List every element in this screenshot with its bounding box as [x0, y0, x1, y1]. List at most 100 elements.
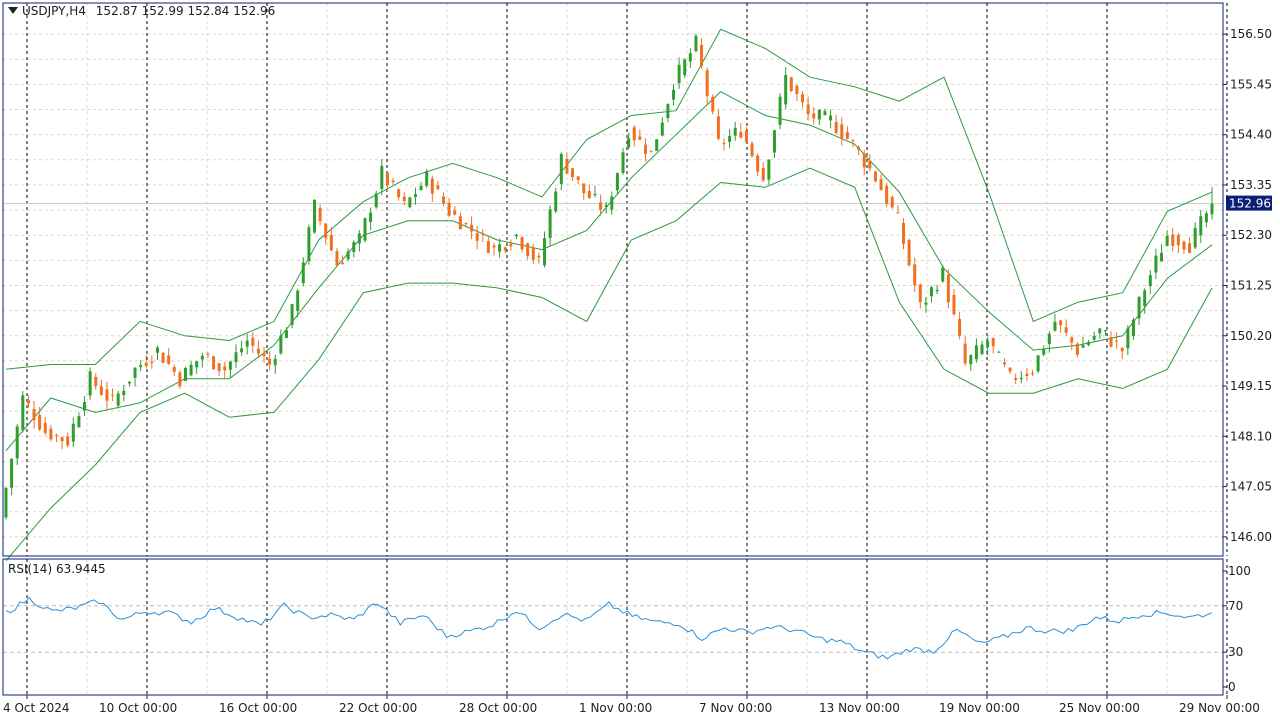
candle-body: [212, 356, 216, 370]
candle-body: [537, 255, 541, 258]
candle-body: [498, 244, 502, 252]
candle-body: [189, 364, 193, 376]
time-tick-label: 16 Oct 00:00: [219, 701, 297, 715]
candle-body: [1019, 377, 1023, 380]
candle-body: [851, 140, 855, 142]
candle-body: [397, 189, 401, 198]
candle-body: [1014, 378, 1018, 380]
candle-body: [1031, 373, 1035, 375]
candle-body: [357, 233, 361, 244]
price-tick-label: 152.30: [1230, 228, 1272, 242]
candle-body: [655, 139, 659, 151]
candle-body: [997, 351, 1001, 353]
candle-body: [610, 196, 614, 210]
time-tick-label: 29 Nov 00:00: [1179, 701, 1260, 715]
price-tick-label: 155.45: [1230, 77, 1272, 91]
candle-body: [677, 64, 681, 84]
candle-body: [21, 395, 25, 431]
candle-body: [329, 234, 333, 251]
candle-body: [223, 366, 227, 371]
candle-body: [784, 74, 788, 105]
candle-body: [806, 104, 810, 115]
candle-body: [105, 389, 109, 401]
chevron-down-icon[interactable]: [8, 7, 18, 14]
candle-body: [722, 143, 726, 145]
candle-body: [352, 242, 356, 253]
candle-body: [77, 416, 81, 428]
candle-body: [374, 193, 378, 208]
candle-body: [963, 343, 967, 364]
price-tick-label: 150.20: [1230, 329, 1272, 343]
candle-body: [301, 262, 305, 284]
candle-body: [946, 274, 950, 303]
candle-body: [974, 345, 978, 360]
time-tick-label: 28 Oct 00:00: [459, 701, 537, 715]
candle-body: [683, 59, 687, 76]
candle-body: [94, 376, 98, 386]
symbol-label: USDJPY,H4: [22, 4, 86, 18]
candle-body: [60, 437, 64, 442]
candle-body: [1165, 235, 1169, 246]
candle-body: [873, 171, 877, 182]
candle-body: [829, 115, 833, 121]
candle-body: [1025, 373, 1029, 377]
candle-body: [481, 233, 485, 235]
rsi-tick-label: 70: [1228, 599, 1243, 613]
candle-body: [548, 209, 552, 238]
candle-body: [279, 335, 283, 354]
low-value: 152.84: [187, 4, 230, 18]
candle-body: [1070, 337, 1074, 343]
candle-body: [183, 367, 187, 381]
candle-body: [767, 159, 771, 180]
candle-body: [700, 44, 704, 66]
candle-body: [542, 238, 546, 266]
candle-body: [571, 168, 575, 178]
candle-body: [32, 408, 36, 421]
rsi-line: [5, 596, 1213, 660]
candle-body: [307, 227, 311, 261]
candle-body: [1210, 203, 1214, 215]
candle-body: [913, 264, 917, 286]
rsi-value: 63.9445: [55, 562, 106, 576]
candle-body: [1115, 340, 1119, 342]
candle-body: [313, 199, 317, 233]
candle-body: [599, 202, 603, 210]
candle-body: [206, 354, 210, 356]
candle-body: [127, 381, 131, 384]
candle-body: [133, 367, 137, 378]
candle-body: [408, 197, 412, 208]
candle-body: [638, 136, 642, 140]
candle-body: [363, 218, 367, 241]
candle-body: [144, 362, 148, 366]
candle-body: [486, 241, 490, 253]
candle-body: [694, 35, 698, 52]
price-tick-label: 149.15: [1230, 379, 1272, 393]
candle-body: [172, 367, 176, 372]
candle-body: [71, 423, 75, 442]
rsi-series: [5, 596, 1213, 660]
candle-body: [834, 121, 838, 134]
candle-body: [66, 436, 70, 446]
candle-body: [1154, 255, 1158, 273]
candle-body: [823, 111, 827, 116]
candle-body: [167, 355, 171, 364]
candle-body: [234, 352, 238, 363]
candle-body: [442, 196, 446, 204]
time-tick-label: 10 Oct 00:00: [99, 701, 177, 715]
candle-body: [425, 171, 429, 186]
candle-body: [413, 194, 417, 197]
price-axis: 156.50 155.45 154.40 153.35 152.30 151.25 150.…: [1223, 27, 1272, 544]
candle-body: [615, 173, 619, 191]
candle-body: [930, 287, 934, 297]
candle-body: [941, 267, 945, 282]
candle-body: [789, 77, 793, 92]
candle-body: [660, 122, 664, 136]
candle-body: [565, 158, 569, 174]
candle-body: [1036, 355, 1040, 372]
candle-body: [554, 191, 558, 212]
candle-body: [1002, 362, 1006, 365]
grid: [3, 3, 1228, 695]
candle-body: [1126, 328, 1130, 349]
candle-body: [1008, 367, 1012, 372]
bollinger-bands: [5, 28, 1213, 562]
